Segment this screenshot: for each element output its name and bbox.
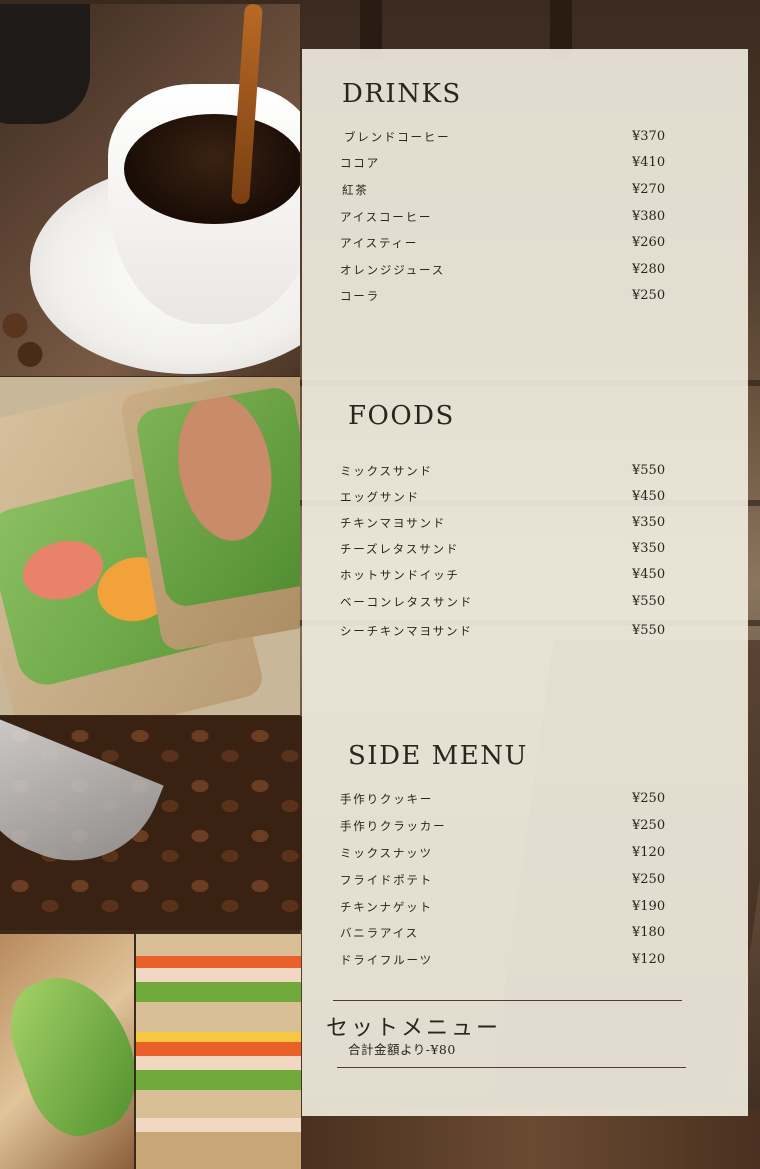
menu-item: ミックスサンド ¥550 [302, 463, 748, 483]
bread-layer [136, 934, 301, 956]
item-name: 手作りクラッカー [340, 819, 447, 833]
set-menu-note: 合計金額より-¥80 [348, 1042, 456, 1057]
set-menu-title: セットメニュー [326, 1016, 502, 1041]
item-price: ¥550 [632, 594, 666, 609]
item-name: チキンナゲット [340, 900, 433, 914]
item-name: アイスコーヒー [340, 210, 433, 224]
menu-item: チーズレタスサンド ¥350 [302, 541, 748, 561]
sandwich-lettuce-photo [0, 934, 134, 1169]
item-price: ¥380 [632, 209, 666, 224]
item-price: ¥120 [632, 845, 666, 860]
menu-item: シーチキンマヨサンド ¥550 [302, 623, 748, 643]
ham-layer [136, 1056, 301, 1070]
item-name: ドライフルーツ [340, 953, 433, 967]
item-price: ¥270 [632, 182, 666, 197]
bread-layer [136, 1090, 301, 1118]
coffee-beans-photo [0, 716, 302, 930]
item-name: バニラアイス [340, 926, 419, 940]
menu-item: バニラアイス ¥180 [302, 925, 748, 945]
metal-scoop [0, 716, 164, 888]
lettuce-layer [136, 982, 301, 1002]
item-price: ¥250 [632, 872, 666, 887]
item-name: コーラ [340, 289, 380, 303]
stacked-sandwich-photo [136, 934, 301, 1169]
menu-item: エッグサンド ¥450 [302, 489, 748, 509]
coffee-pot [0, 4, 90, 124]
wooden-floor [300, 1109, 760, 1169]
coffee-beans-small [0, 304, 50, 376]
item-price: ¥180 [632, 925, 666, 940]
item-price: ¥350 [632, 541, 666, 556]
drinks-title: DRINKS [342, 79, 462, 109]
lettuce [0, 960, 134, 1148]
item-name: ココア [340, 156, 380, 170]
tomato-layer [136, 956, 301, 968]
ham-layer [136, 1118, 301, 1132]
menu-item: 手作りクラッカー ¥250 [302, 818, 748, 838]
menu-item: ココア ¥410 [302, 155, 748, 175]
menu-item: チキンナゲット ¥190 [302, 899, 748, 919]
item-price: ¥550 [632, 463, 666, 478]
side-menu-title: SIDE MENU [348, 741, 528, 771]
item-price: ¥120 [632, 952, 666, 967]
menu-item: ドライフルーツ ¥120 [302, 952, 748, 972]
menu-item: 紅茶 ¥270 [302, 182, 748, 202]
coffee-cup-photo [0, 4, 300, 376]
coffee-liquid [124, 114, 300, 224]
item-name: チーズレタスサンド [340, 542, 460, 556]
item-name: ミックスナッツ [340, 846, 433, 860]
sandwich-closeup-photo [0, 377, 300, 715]
item-name: 紅茶 [342, 183, 369, 197]
ham-layer [136, 968, 301, 982]
item-price: ¥250 [632, 288, 666, 303]
menu-item: ホットサンドイッチ ¥450 [302, 567, 748, 587]
item-price: ¥370 [632, 129, 666, 144]
item-price: ¥250 [632, 791, 666, 806]
menu-item: ミックスナッツ ¥120 [302, 845, 748, 865]
item-name: ミックスサンド [340, 464, 433, 478]
item-price: ¥280 [632, 262, 666, 277]
item-price: ¥250 [632, 818, 666, 833]
menu-item: ブレンドコーヒー ¥370 [302, 129, 748, 149]
menu-item: アイスティー ¥260 [302, 235, 748, 255]
item-name: ホットサンドイッチ [340, 568, 460, 582]
menu-item: オレンジジュース ¥280 [302, 262, 748, 282]
item-price: ¥450 [632, 489, 666, 504]
menu-panel: DRINKS ブレンドコーヒー ¥370 ココア ¥410 紅茶 ¥270 アイ… [302, 49, 748, 1116]
item-price: ¥550 [632, 623, 666, 638]
item-price: ¥410 [632, 155, 666, 170]
foods-title: FOODS [348, 401, 455, 431]
divider-line [337, 1067, 686, 1068]
item-name: ブレンドコーヒー [344, 130, 451, 144]
bread-layer [136, 1002, 301, 1032]
item-price: ¥260 [632, 235, 666, 250]
item-name: エッグサンド [340, 490, 420, 504]
bread-layer [136, 1132, 301, 1169]
item-price: ¥190 [632, 899, 666, 914]
item-name: シーチキンマヨサンド [340, 624, 473, 638]
item-name: アイスティー [340, 236, 419, 250]
cheese-layer [136, 1032, 301, 1042]
item-name: ベーコンレタスサンド [340, 595, 473, 609]
menu-item: アイスコーヒー ¥380 [302, 209, 748, 229]
menu-item: ベーコンレタスサンド ¥550 [302, 594, 748, 614]
item-name: オレンジジュース [340, 263, 446, 277]
item-name: チキンマヨサンド [340, 516, 447, 530]
item-price: ¥450 [632, 567, 666, 582]
item-name: 手作りクッキー [340, 792, 434, 806]
menu-item: 手作りクッキー ¥250 [302, 791, 748, 811]
menu-item: コーラ ¥250 [302, 288, 748, 308]
lettuce-layer [136, 1070, 301, 1090]
item-price: ¥350 [632, 515, 666, 530]
item-name: フライドポテト [340, 873, 434, 887]
menu-item: チキンマヨサンド ¥350 [302, 515, 748, 535]
tomato-layer [136, 1042, 301, 1056]
menu-item: フライドポテト ¥250 [302, 872, 748, 892]
divider-line [333, 1000, 682, 1001]
